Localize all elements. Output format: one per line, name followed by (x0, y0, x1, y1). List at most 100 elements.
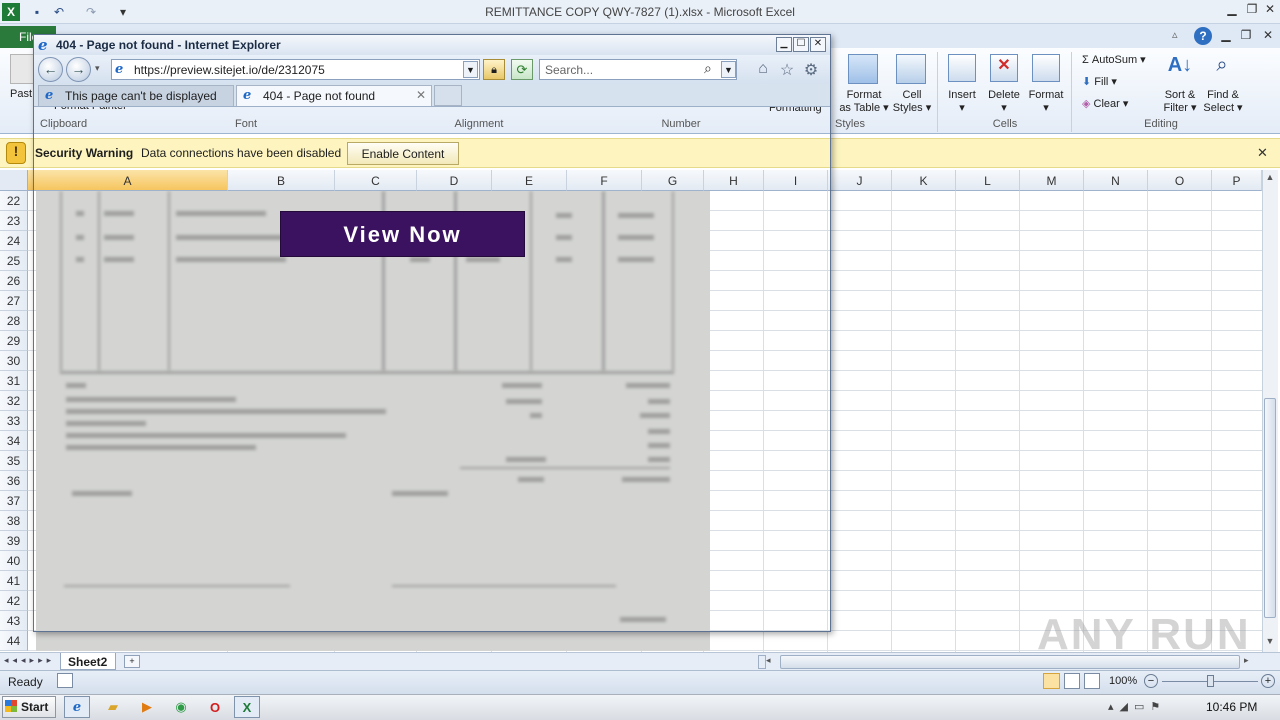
taskbar-media-player-icon[interactable]: ▶ (134, 696, 160, 718)
row-header-24[interactable]: 24 (0, 231, 28, 251)
find-select-button[interactable]: Find & Select ▾ (1202, 89, 1244, 115)
refresh-icon[interactable]: ⟳ (511, 59, 533, 80)
insert-worksheet-icon[interactable]: + (124, 655, 140, 668)
binoculars-icon[interactable]: ⌕ (1208, 54, 1236, 84)
row-header-26[interactable]: 26 (0, 271, 28, 291)
page-layout-view-icon[interactable] (1064, 673, 1080, 689)
row-header-31[interactable]: 31 (0, 371, 28, 391)
paste-icon[interactable] (10, 54, 34, 84)
lock-icon[interactable]: 🔒︎ (483, 59, 505, 80)
close-tab-icon[interactable]: ✕ (416, 88, 426, 102)
fill-button[interactable]: ⬇ Fill ▾ (1082, 76, 1117, 89)
home-icon[interactable]: ⌂ (753, 60, 773, 80)
taskbar-opera-icon[interactable]: O (202, 696, 228, 718)
search-dropdown-icon[interactable]: ▼ (721, 61, 736, 78)
row-header-34[interactable]: 34 (0, 431, 28, 451)
address-bar[interactable]: https://preview.sitejet.io/de/2312075 (111, 59, 480, 80)
row-header-40[interactable]: 40 (0, 551, 28, 571)
workbook-restore-button[interactable]: ❐ (1236, 28, 1256, 46)
page-break-view-icon[interactable] (1084, 673, 1100, 689)
row-header-35[interactable]: 35 (0, 451, 28, 471)
row-header-28[interactable]: 28 (0, 311, 28, 331)
forward-arrow-icon[interactable]: → (66, 57, 91, 82)
paste-button-label[interactable]: Past (10, 88, 32, 101)
tab-split-handle[interactable] (758, 655, 766, 669)
zoom-level[interactable]: 100% (1109, 675, 1137, 687)
address-dropdown-icon[interactable]: ▼ (463, 61, 478, 78)
row-header-42[interactable]: 42 (0, 591, 28, 611)
ie-minimize-button[interactable]: ▁ (776, 37, 792, 52)
minimize-button[interactable]: ▁ (1222, 2, 1242, 20)
sort-filter-button[interactable]: Sort & Filter ▾ (1160, 89, 1200, 115)
zoom-slider-thumb[interactable] (1207, 675, 1214, 687)
zoom-out-icon[interactable]: − (1144, 674, 1158, 688)
cell-styles-button[interactable]: Cell Styles ▾ (890, 89, 934, 115)
delete-button[interactable]: Delete ▾ (985, 89, 1023, 115)
column-header-j[interactable]: J (828, 170, 892, 191)
sheet-tab-sheet2[interactable]: Sheet2 (60, 653, 116, 670)
cell-styles-icon[interactable] (896, 54, 926, 84)
taskbar-ie-icon[interactable]: e (64, 696, 90, 718)
taskbar-chrome-icon[interactable]: ◉ (168, 696, 194, 718)
row-header-23[interactable]: 23 (0, 211, 28, 231)
workbook-close-button[interactable]: ✕ (1258, 28, 1278, 46)
insert-cells-icon[interactable] (948, 54, 976, 82)
sheet-navigation-icons[interactable]: ◂◂◂▸▸▸ (4, 655, 55, 666)
row-header-36[interactable]: 36 (0, 471, 28, 491)
back-arrow-icon[interactable]: ← (38, 57, 63, 82)
workbook-minimize-button[interactable]: ▁ (1216, 28, 1236, 46)
close-security-bar-icon[interactable]: ✕ (1257, 145, 1268, 161)
ie-maximize-button[interactable]: ☐ (793, 37, 809, 52)
format-button[interactable]: Format ▾ (1026, 89, 1066, 115)
delete-cells-icon[interactable]: ✕ (990, 54, 1018, 82)
hscroll-left-icon[interactable]: ◂ (766, 655, 771, 666)
sort-filter-icon[interactable]: A↓ (1166, 54, 1194, 84)
row-header-38[interactable]: 38 (0, 511, 28, 531)
format-as-table-icon[interactable] (848, 54, 878, 84)
taskbar-explorer-icon[interactable]: ▰ (100, 696, 126, 718)
row-header-43[interactable]: 43 (0, 611, 28, 631)
autosum-button[interactable]: Σ AutoSum ▾ (1082, 54, 1146, 67)
settings-gear-icon[interactable]: ⚙ (801, 60, 821, 80)
system-tray-icons[interactable]: ▴◢▭⚑ (1108, 700, 1166, 713)
restore-button[interactable]: ❐ (1242, 2, 1262, 20)
ribbon-collapse-icon[interactable]: ▵ (1172, 28, 1188, 44)
new-tab-button[interactable] (434, 85, 462, 106)
row-header-25[interactable]: 25 (0, 251, 28, 271)
insert-button[interactable]: Insert ▾ (944, 89, 980, 115)
column-header-m[interactable]: M (1020, 170, 1084, 191)
recent-pages-icon[interactable]: ▾ (95, 63, 100, 74)
column-header-l[interactable]: L (956, 170, 1020, 191)
tab-page-cant-be-displayed[interactable]: This page can't be displayed (38, 85, 234, 106)
row-header-41[interactable]: 41 (0, 571, 28, 591)
row-header-44[interactable]: 44 (0, 631, 28, 651)
row-header-29[interactable]: 29 (0, 331, 28, 351)
favorites-star-icon[interactable]: ☆ (777, 60, 797, 80)
row-header-37[interactable]: 37 (0, 491, 28, 511)
row-header-32[interactable]: 32 (0, 391, 28, 411)
ie-close-button[interactable]: ✕ (810, 37, 826, 52)
taskbar-excel-icon[interactable]: X (234, 696, 260, 718)
zoom-in-icon[interactable]: + (1261, 674, 1275, 688)
close-button[interactable]: ✕ (1260, 2, 1280, 20)
row-header-39[interactable]: 39 (0, 531, 28, 551)
macro-record-icon[interactable] (57, 673, 73, 688)
vertical-scroll-thumb[interactable] (1264, 398, 1276, 618)
scroll-up-icon[interactable]: ▲ (1263, 172, 1277, 186)
clock[interactable]: 10:46 PM (1206, 700, 1257, 714)
column-header-k[interactable]: K (892, 170, 956, 191)
row-header-33[interactable]: 33 (0, 411, 28, 431)
format-cells-icon[interactable] (1032, 54, 1060, 82)
help-icon[interactable]: ? (1194, 27, 1212, 45)
select-all-corner[interactable] (0, 170, 28, 191)
search-icon[interactable]: ⌕ (704, 60, 720, 78)
scroll-down-icon[interactable]: ▼ (1263, 636, 1277, 650)
column-header-n[interactable]: N (1084, 170, 1148, 191)
clear-button[interactable]: ◈ Clear ▾ (1082, 98, 1128, 111)
row-header-30[interactable]: 30 (0, 351, 28, 371)
format-as-table-button[interactable]: Format as Table ▾ (838, 89, 890, 115)
tab-404-page-not-found[interactable]: 404 - Page not found (236, 85, 432, 106)
row-header-22[interactable]: 22 (0, 191, 28, 211)
normal-view-icon[interactable] (1043, 673, 1060, 689)
column-header-o[interactable]: O (1148, 170, 1212, 191)
